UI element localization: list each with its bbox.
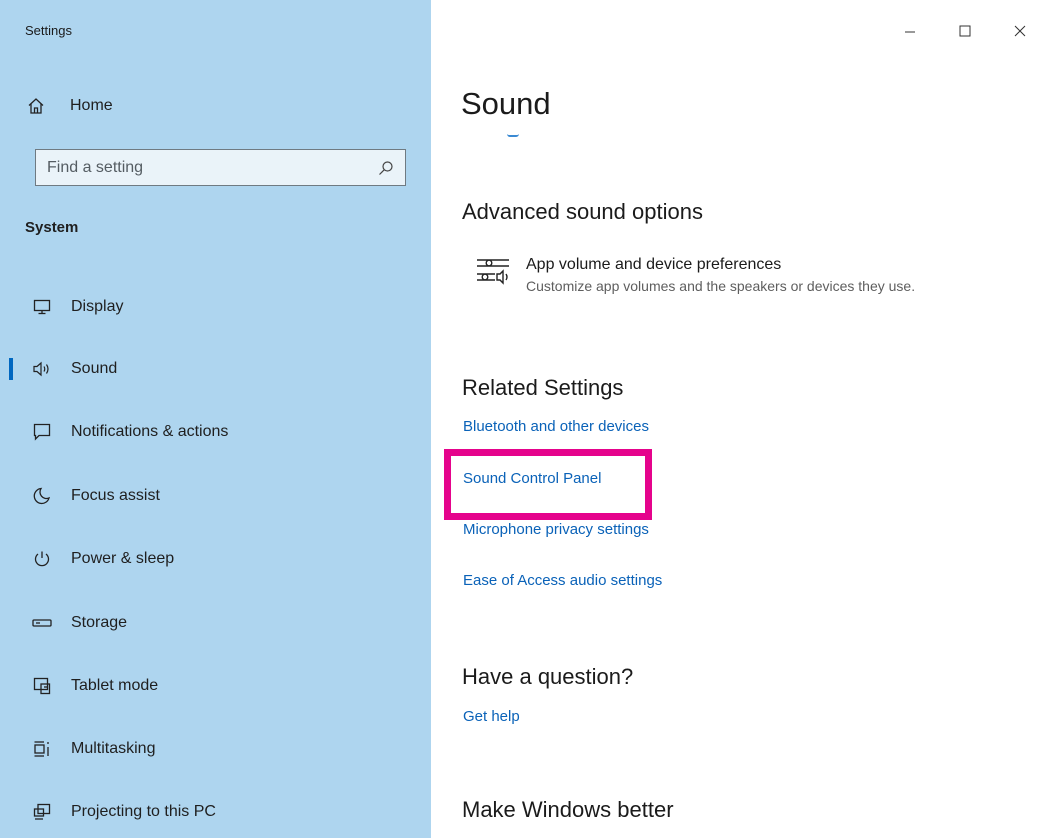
sidebar-item-label: Storage (71, 614, 128, 631)
notifications-icon (32, 422, 52, 442)
sidebar-item-power-sleep[interactable]: Power & sleep (0, 537, 431, 581)
ease-of-access-audio-link[interactable]: Ease of Access audio settings (463, 572, 662, 589)
sidebar-item-sound[interactable]: Sound (0, 347, 431, 391)
section-heading-system: System (25, 219, 79, 236)
sidebar-item-label: Focus assist (71, 487, 160, 504)
app-volume-description: Customize app volumes and the speakers o… (526, 278, 916, 294)
tablet-mode-icon (32, 676, 52, 696)
make-windows-better-heading: Make Windows better (462, 797, 674, 822)
search-box[interactable] (35, 149, 406, 186)
sidebar-item-display[interactable]: Display (0, 285, 431, 329)
moon-icon (32, 486, 52, 506)
mixer-icon (475, 255, 513, 289)
storage-icon (32, 613, 52, 633)
minimize-icon (904, 31, 915, 33)
multitasking-icon (32, 739, 52, 759)
highlight-box (444, 449, 652, 520)
sidebar: Settings Home System Display (0, 0, 431, 838)
app-volume-link[interactable]: App volume and device preferences Custom… (475, 255, 915, 296)
sidebar-item-label: Power & sleep (71, 550, 175, 567)
sidebar-item-storage[interactable]: Storage (0, 601, 431, 645)
sidebar-item-focus-assist[interactable]: Focus assist (0, 474, 431, 518)
microphone-privacy-link[interactable]: Microphone privacy settings (463, 521, 649, 538)
maximize-icon (959, 25, 970, 37)
sidebar-item-label: Projecting to this PC (71, 803, 216, 820)
minimize-button[interactable] (882, 14, 937, 48)
sidebar-item-multitasking[interactable]: Multitasking (0, 727, 431, 771)
scroll-remnant (507, 134, 519, 137)
home-label: Home (70, 97, 113, 114)
window-title: Settings (25, 23, 72, 38)
bluetooth-devices-link[interactable]: Bluetooth and other devices (463, 418, 649, 435)
sidebar-item-label: Sound (71, 360, 118, 377)
advanced-sound-options-heading: Advanced sound options (462, 199, 703, 224)
home-icon (25, 95, 47, 117)
sidebar-item-label: Notifications & actions (71, 423, 229, 440)
home-nav-item[interactable]: Home (25, 94, 113, 118)
page-title: Sound (461, 86, 551, 121)
sidebar-item-tablet-mode[interactable]: Tablet mode (0, 664, 431, 708)
close-button[interactable] (992, 14, 1047, 48)
have-a-question-heading: Have a question? (462, 664, 634, 689)
related-settings-heading: Related Settings (462, 375, 624, 400)
sidebar-item-label: Multitasking (71, 740, 156, 757)
sidebar-item-label: Tablet mode (71, 677, 159, 694)
search-input[interactable] (47, 158, 377, 177)
window-controls (882, 14, 1047, 48)
maximize-button[interactable] (937, 14, 992, 48)
close-icon (1014, 25, 1025, 37)
search-icon[interactable] (377, 159, 395, 177)
sidebar-item-projecting[interactable]: Projecting to this PC (0, 790, 431, 834)
app-volume-title: App volume and device preferences (526, 256, 782, 273)
projecting-icon (32, 802, 52, 822)
get-help-link[interactable]: Get help (463, 708, 520, 725)
sidebar-item-notifications[interactable]: Notifications & actions (0, 410, 431, 454)
speaker-icon (32, 359, 52, 379)
power-icon (32, 549, 52, 569)
display-icon (32, 297, 52, 317)
sidebar-item-label: Display (71, 298, 124, 315)
